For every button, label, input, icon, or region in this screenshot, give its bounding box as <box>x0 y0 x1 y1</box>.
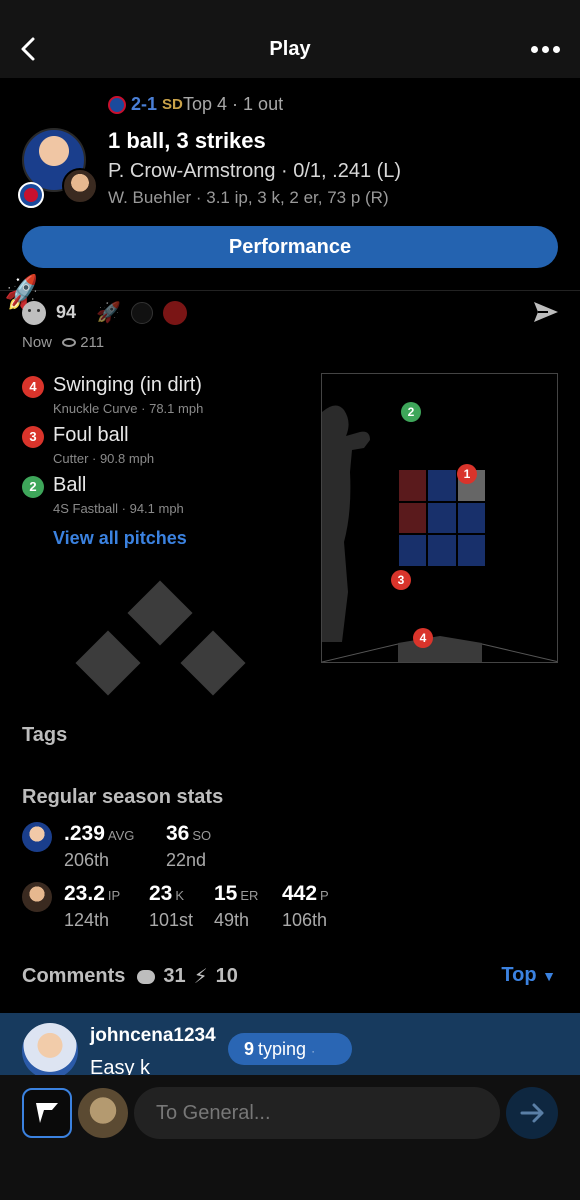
team-badge-icon <box>18 182 44 208</box>
zone-cell <box>399 470 427 501</box>
pitch-dot-4[interactable]: 4 <box>413 628 433 648</box>
user-avatar[interactable] <box>78 1088 128 1138</box>
pitch-result: Ball <box>53 474 87 496</box>
comment-text: Easy k <box>90 1057 151 1075</box>
reaction-bar: 94 🚀 <box>22 300 187 325</box>
more-options-icon[interactable] <box>531 46 560 53</box>
stat-item: 15 ER 49th <box>214 882 259 930</box>
pitcher-line: W. Buehler · 3.1 ip, 3 k, 2 er, 73 p (R) <box>108 188 389 207</box>
commenter-username[interactable]: johncena1234 <box>90 1025 216 1047</box>
zone-cell <box>457 535 485 566</box>
typing-indicator: 9 typing · <box>228 1033 352 1065</box>
view-count: 211 <box>62 334 104 351</box>
stat-item: 23 K 101st <box>149 882 194 930</box>
bolt-icon: ⚡ <box>193 966 208 988</box>
first-base <box>180 630 246 696</box>
commenter-avatar[interactable] <box>22 1023 78 1075</box>
pitch-result: Foul ball <box>53 424 129 446</box>
third-base <box>75 630 141 696</box>
pitch-row[interactable]: 2 Ball 4S Fastball · 94.1 mph <box>22 472 312 522</box>
timestamp: Now <box>22 334 53 351</box>
stat-item: 23.2 IP 124th <box>64 882 121 930</box>
score-line: 2-1 SD Top 4 · 1 out <box>108 94 283 115</box>
batter-stats-avatar <box>22 822 52 852</box>
pitch-list: 4 Swinging (in dirt) Knuckle Curve · 78.… <box>22 372 312 522</box>
comment-count: 31 <box>163 965 186 987</box>
pitch-detail: 4S Fastball · 94.1 mph <box>53 501 184 516</box>
batter-line: P. Crow-Armstrong · 0/1, .241 (L) <box>108 160 402 182</box>
zone-cell <box>399 535 427 566</box>
share-send-icon[interactable] <box>532 300 560 324</box>
message-input[interactable] <box>134 1087 500 1139</box>
pitch-dot-2[interactable]: 2 <box>401 402 421 422</box>
zone-cell <box>428 470 456 501</box>
game-score: 2-1 <box>131 94 158 114</box>
comment-bubble-icon <box>137 969 156 984</box>
pitch-detail: Cutter · 90.8 mph <box>53 451 155 466</box>
rocket-icon[interactable]: 🚀 <box>96 300 121 325</box>
pitch-dot-3[interactable]: 3 <box>391 570 411 590</box>
season-stats-heading: Regular season stats <box>22 786 224 808</box>
bomb-icon[interactable] <box>130 301 153 324</box>
send-button[interactable] <box>506 1087 558 1139</box>
cubs-logo-icon <box>108 95 126 114</box>
reaction-count: 94 <box>56 302 77 322</box>
inning-status: Top 4 · 1 out <box>183 94 284 114</box>
nav-bar: Play <box>0 0 580 78</box>
zone-cell <box>428 535 456 566</box>
tags-heading: Tags <box>22 724 68 746</box>
zone-cell <box>428 502 456 534</box>
bases-diamond <box>70 580 250 700</box>
stat-item: 36 SO 22nd <box>166 822 212 870</box>
pitch-number-badge: 3 <box>22 426 44 448</box>
padres-logo-icon: SD <box>162 95 183 113</box>
stat-item: .239 AVG 206th <box>64 822 135 870</box>
pitcher-stats-avatar <box>22 882 52 912</box>
pitch-row[interactable]: 4 Swinging (in dirt) Knuckle Curve · 78.… <box>22 372 312 422</box>
face-reaction-icon[interactable] <box>22 300 46 325</box>
arrow-right-icon <box>520 1103 544 1123</box>
pitcher-stats-row: 23.2 IP 124th 23 K 101st 15 ER 49th 442 P 10… <box>22 882 562 938</box>
pitch-number-badge: 2 <box>22 476 44 498</box>
batter-silhouette-icon <box>322 405 370 642</box>
batter-stats-row: .239 AVG 206th 36 SO 22nd <box>22 822 562 878</box>
page-title: Play <box>269 38 311 60</box>
red-circle-icon[interactable] <box>162 300 187 325</box>
zone-cell <box>457 502 485 534</box>
comments-heading: Comments 31 ⚡ 10 <box>22 965 238 988</box>
second-base <box>127 580 193 646</box>
chevron-down-icon: ▼ <box>542 968 556 984</box>
zone-cell <box>399 502 427 534</box>
bolt-count: 10 <box>215 965 238 987</box>
pitch-dot-1[interactable]: 1 <box>457 464 477 484</box>
sort-dropdown[interactable]: Top ▼ <box>501 964 556 987</box>
pitch-count: 1 ball, 3 strikes <box>108 128 266 153</box>
composer-bar <box>0 1075 580 1200</box>
play-header: 2-1 SD Top 4 · 1 out 1 ball, 3 strikes P… <box>0 78 580 288</box>
performance-button[interactable]: Performance <box>22 226 558 268</box>
pitcher-avatar[interactable] <box>62 168 98 204</box>
strike-zone-chart: 1 2 3 4 <box>321 373 558 663</box>
strike-zone-grid <box>399 470 485 566</box>
view-all-pitches-link[interactable]: View all pitches <box>53 528 187 549</box>
pitch-result: Swinging (in dirt) <box>53 374 202 396</box>
post-meta: Now 211 <box>22 334 104 351</box>
pitch-number-badge: 4 <box>22 376 44 398</box>
eye-icon <box>62 337 77 347</box>
pitch-detail: Knuckle Curve · 78.1 mph <box>53 401 204 416</box>
stat-item: 442 P 106th <box>282 882 329 930</box>
app-logo-icon[interactable] <box>22 1088 72 1138</box>
divider <box>0 290 580 291</box>
pitch-row[interactable]: 3 Foul ball Cutter · 90.8 mph <box>22 422 312 472</box>
